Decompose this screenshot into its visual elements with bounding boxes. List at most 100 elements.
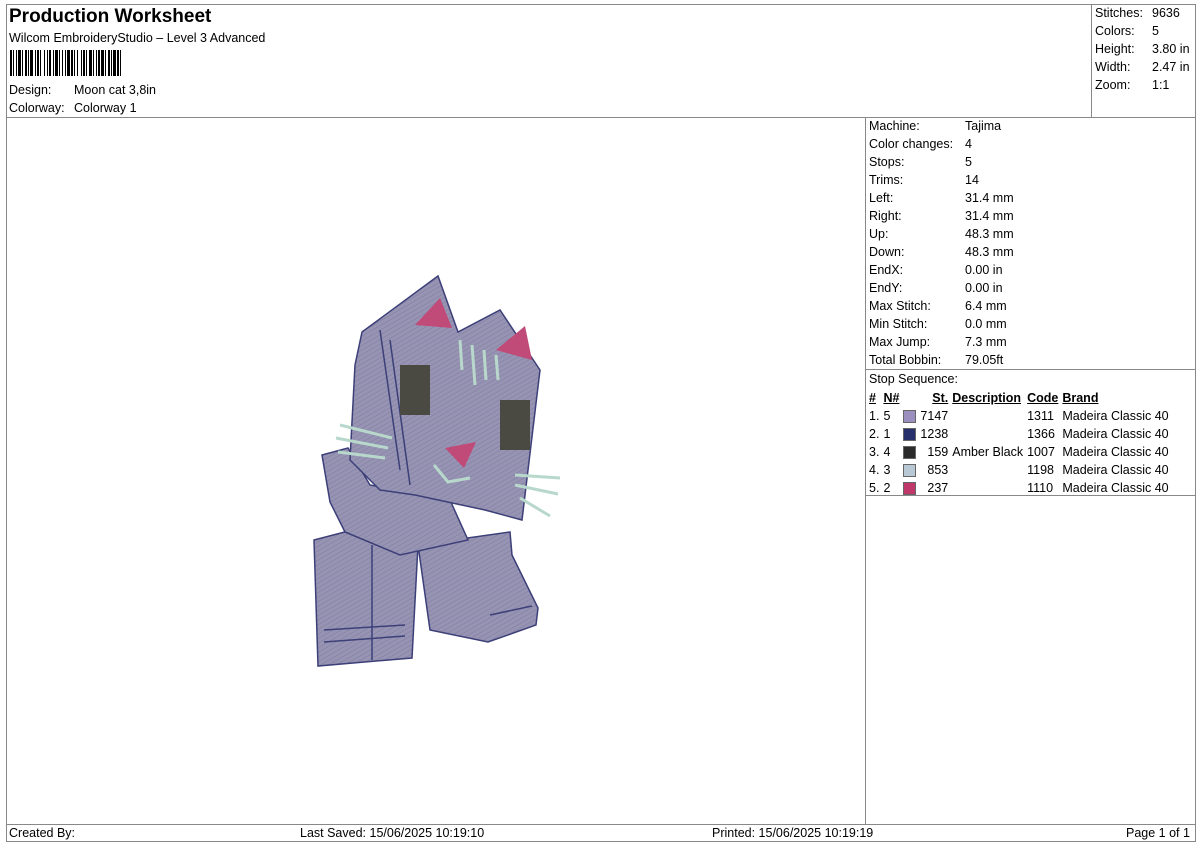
- barcode-bar: [13, 50, 14, 76]
- stop-sequence-table: # N# St. Description Code Brand 1. 5 7147 1…: [867, 389, 1171, 497]
- barcode-bar: [93, 50, 94, 76]
- col-description: Description: [952, 391, 1021, 405]
- thread-color-swatch: [903, 410, 917, 424]
- row-brand: Madeira Classic 40: [1062, 445, 1169, 459]
- col-brand: Brand: [1062, 391, 1099, 405]
- right-eye: [500, 400, 530, 450]
- page-title: Production Worksheet: [9, 6, 212, 27]
- row-stitches: 237: [927, 481, 949, 495]
- barcode-bar: [113, 50, 116, 76]
- table-header-row: # N# St. Description Code Brand: [867, 389, 1171, 407]
- last-saved: Last Saved: 15/06/2025 10:19:10: [300, 826, 485, 840]
- colorway-value: Colorway 1: [74, 101, 137, 115]
- color-swatch: [901, 407, 918, 425]
- colorway-label: Colorway:: [9, 101, 65, 115]
- color-swatch: [901, 479, 918, 497]
- barcode-bar: [108, 50, 110, 76]
- footer-divider: [6, 824, 1196, 825]
- barcode-bar: [35, 50, 36, 76]
- row-stitches: 159: [927, 445, 949, 459]
- barcode-bar: [40, 50, 41, 76]
- barcode-bar: [53, 50, 54, 76]
- table-row: 5. 2 237 1110 Madeira Classic 40: [867, 479, 1171, 497]
- row-description: [950, 407, 1025, 425]
- row-stitches: 853: [927, 463, 949, 477]
- barcode-bar: [28, 50, 29, 76]
- row-code: 1366: [1027, 427, 1055, 441]
- barcode-bar: [65, 50, 66, 76]
- row-code: 1110: [1027, 481, 1054, 495]
- barcode-bar: [71, 50, 73, 76]
- panel-divider: [865, 117, 866, 824]
- barcode-bar: [67, 50, 70, 76]
- row-description: [950, 479, 1025, 497]
- barcode-bar: [81, 50, 82, 76]
- barcode-bar: [55, 50, 58, 76]
- barcode-bar: [117, 50, 119, 76]
- row-index: 3.: [869, 445, 880, 459]
- row-brand: Madeira Classic 40: [1062, 409, 1169, 423]
- row-code: 1007: [1027, 445, 1055, 459]
- col-swatch: [901, 389, 918, 407]
- row-index: 4.: [869, 463, 880, 477]
- thread-color-swatch: [903, 482, 917, 496]
- barcode-bar: [105, 50, 106, 76]
- design-label: Design:: [9, 83, 52, 97]
- barcode-bar: [59, 50, 60, 76]
- barcode-bar: [37, 50, 39, 76]
- row-brand: Madeira Classic 40: [1062, 463, 1169, 477]
- barcode-bar: [62, 50, 63, 76]
- barcode-bar: [120, 50, 121, 76]
- row-description: Amber Black: [952, 445, 1024, 459]
- row-needle: 1: [883, 427, 891, 441]
- barcode-bar: [22, 50, 23, 76]
- row-index: 2.: [869, 427, 880, 441]
- embroidery-preview: [313, 274, 560, 667]
- thread-color-swatch: [903, 446, 917, 460]
- barcode-bar: [101, 50, 104, 76]
- stop-sequence-title: Stop Sequence:: [869, 372, 958, 386]
- created-by: Created By:: [9, 826, 76, 840]
- thread-color-swatch: [903, 464, 917, 478]
- row-index: 1.: [869, 409, 880, 423]
- design-value: Moon cat 3,8in: [74, 83, 156, 97]
- color-swatch: [901, 425, 918, 443]
- barcode: [10, 50, 121, 76]
- barcode-bar: [98, 50, 100, 76]
- color-swatch: [901, 461, 918, 479]
- summary-divider: [1091, 4, 1092, 118]
- barcode-bar: [86, 50, 87, 76]
- page-number: Page 1 of 1: [1126, 826, 1190, 840]
- col-st: St.: [932, 391, 949, 405]
- barcode-bar: [10, 50, 12, 76]
- color-swatch: [901, 443, 918, 461]
- barcode-bar: [77, 50, 78, 76]
- col-hash: #: [869, 391, 876, 405]
- row-index: 5.: [869, 481, 880, 495]
- barcode-bar: [30, 50, 33, 76]
- barcode-bar: [83, 50, 85, 76]
- barcode-bar: [49, 50, 51, 76]
- machine-divider: [865, 369, 1196, 370]
- col-n: N#: [883, 391, 900, 405]
- barcode-bar: [74, 50, 75, 76]
- barcode-bar: [89, 50, 92, 76]
- left-eye: [400, 365, 430, 415]
- table-row: 1. 5 7147 1311 Madeira Classic 40: [867, 407, 1171, 425]
- row-needle: 3: [883, 463, 891, 477]
- row-description: [950, 461, 1025, 479]
- row-brand: Madeira Classic 40: [1062, 427, 1169, 441]
- row-stitches: 7147: [920, 409, 949, 423]
- barcode-bar: [25, 50, 27, 76]
- right-leg: [417, 531, 539, 643]
- row-needle: 4: [883, 445, 891, 459]
- barcode-bar: [96, 50, 97, 76]
- barcode-bar: [111, 50, 112, 76]
- barcode-bar: [16, 50, 17, 76]
- barcode-bar: [47, 50, 48, 76]
- row-stitches: 1238: [920, 427, 949, 441]
- table-row: 3. 4 159 Amber Black 1007 Madeira Classic 40: [867, 443, 1171, 461]
- row-description: [950, 425, 1025, 443]
- row-code: 1198: [1027, 463, 1054, 477]
- col-code: Code: [1027, 391, 1059, 405]
